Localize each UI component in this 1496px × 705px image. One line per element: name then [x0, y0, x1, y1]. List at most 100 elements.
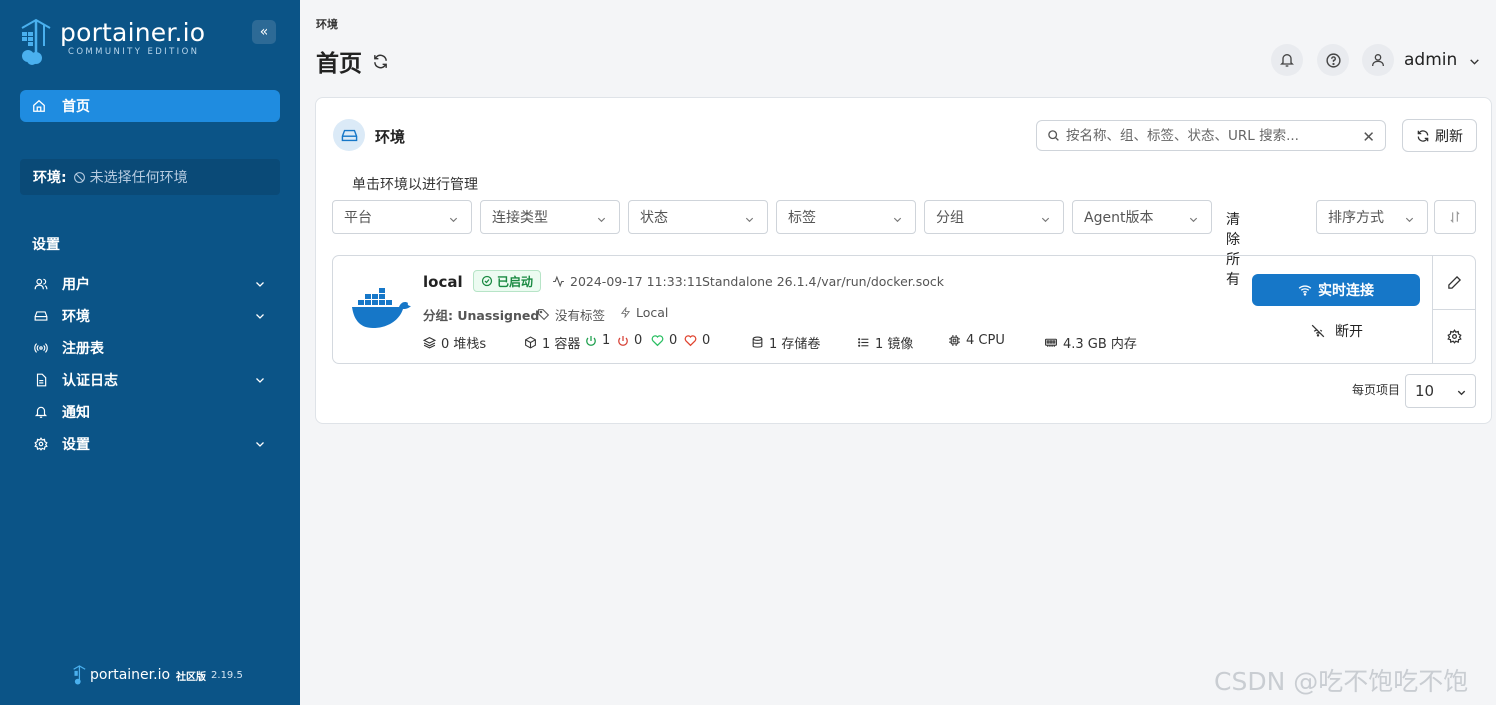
check-circle-icon — [481, 275, 493, 287]
filter-platform[interactable]: 平台 — [332, 200, 472, 234]
sidebar-item-users[interactable]: 用户 — [20, 268, 280, 300]
filter-label: Agent版本 — [1084, 210, 1154, 226]
help-circle-icon — [1325, 52, 1341, 68]
help-button[interactable] — [1317, 44, 1349, 76]
cpu-count: 4 CPU — [948, 333, 1005, 348]
environment-card[interactable]: local 已启动 2024-09-17 11:33:11 Standalone… — [332, 255, 1476, 364]
sort-label: 排序方式 — [1328, 210, 1384, 226]
user-avatar[interactable] — [1362, 44, 1394, 76]
box-icon — [525, 336, 536, 349]
status-badge: 已启动 — [473, 270, 542, 292]
sort-by-select[interactable]: 排序方式 — [1316, 200, 1428, 234]
cpu-icon — [949, 335, 960, 346]
chevron-down-icon[interactable] — [1468, 55, 1481, 68]
sidebar-item-label: 注册表 — [62, 341, 104, 357]
sidebar-item-registries[interactable]: 注册表 — [20, 332, 280, 364]
items-per-page-select[interactable]: 10 — [1405, 374, 1476, 408]
settings-section-label: 设置 — [32, 237, 60, 253]
database-icon — [752, 336, 763, 348]
sort-direction-button[interactable] — [1434, 200, 1476, 234]
pencil-icon — [1447, 275, 1461, 289]
stacks-count: 0 堆栈s — [423, 333, 486, 352]
environment-key: 环境: — [33, 170, 67, 186]
radio-icon — [32, 341, 50, 355]
environment-socket: /var/run/docker.sock — [817, 274, 944, 289]
heart-icon — [651, 335, 664, 347]
filter-agent-version[interactable]: Agent版本 — [1072, 200, 1212, 234]
notifications-button[interactable] — [1271, 44, 1303, 76]
filter-status[interactable]: 状态 — [628, 200, 768, 234]
clear-search-icon[interactable]: ✕ — [1362, 128, 1375, 146]
footer-version: 2.19.5 — [211, 669, 243, 681]
filter-tags[interactable]: 标签 — [776, 200, 916, 234]
chevron-down-icon — [1405, 217, 1414, 223]
filter-group[interactable]: 分组 — [924, 200, 1064, 234]
search-input[interactable] — [1066, 127, 1356, 144]
running-text: 1 — [602, 333, 611, 348]
live-connect-button[interactable]: 实时连接 — [1252, 274, 1420, 306]
user-name[interactable]: admin — [1404, 50, 1457, 70]
environment-tags: 没有标签 — [537, 305, 605, 324]
images-count: 1 镜像 — [857, 333, 913, 352]
sidebar-item-notifications[interactable]: 通知 — [20, 396, 280, 428]
memory-text: 4.3 GB 内存 — [1063, 337, 1137, 352]
filter-connection-type[interactable]: 连接类型 — [480, 200, 620, 234]
unhealthy-text: 0 — [702, 333, 711, 348]
memory-icon — [1045, 338, 1057, 347]
power-off-icon — [618, 335, 628, 346]
home-icon — [32, 99, 50, 113]
bell-icon — [1280, 54, 1294, 67]
sidebar-item-settings[interactable]: 设置 — [20, 428, 280, 460]
live-connect-label: 实时连接 — [1318, 283, 1374, 299]
chevron-down-icon — [256, 282, 264, 287]
portainer-logo-icon — [21, 18, 51, 65]
stopped-count: 0 — [617, 333, 642, 348]
cpu-text: 4 CPU — [966, 333, 1005, 348]
unhealthy-count: 0 — [684, 333, 710, 348]
sidebar-item-environments[interactable]: 环境 — [20, 300, 280, 332]
items-per-page-label: 每页项目 — [1352, 383, 1401, 397]
docker-whale-icon — [352, 288, 411, 328]
sidebar-item-auth-logs[interactable]: 认证日志 — [20, 364, 280, 396]
location-text: Local — [636, 305, 669, 320]
disconnect-button[interactable]: 断开 — [1311, 321, 1363, 341]
brand-logo[interactable]: portainer.io COMMUNITY EDITION — [18, 18, 205, 66]
collapse-sidebar-button[interactable]: « — [252, 20, 276, 44]
refresh-icon[interactable] — [372, 53, 389, 70]
edit-environment-button[interactable] — [1433, 256, 1475, 309]
sidebar-item-label: 设置 — [62, 437, 90, 453]
brand-edition: COMMUNITY EDITION — [68, 47, 200, 57]
filter-label: 标签 — [788, 210, 816, 226]
bolt-icon — [620, 307, 631, 318]
refresh-button[interactable]: 刷新 — [1402, 119, 1477, 152]
brand-name: portainer.io — [60, 18, 206, 47]
hdd-icon — [333, 119, 365, 151]
user-icon — [1372, 54, 1384, 67]
environment-type: Standalone 26.1.4 — [702, 274, 817, 289]
search-field[interactable]: ✕ — [1036, 120, 1386, 151]
gear-icon — [1446, 328, 1462, 344]
disconnect-label: 断开 — [1335, 324, 1363, 340]
timestamp-text: 2024-09-17 11:33:11 — [570, 274, 703, 289]
containers-count: 1 容器 — [524, 333, 580, 352]
healthy-count: 0 — [651, 333, 677, 348]
current-environment: 环境: 未选择任何环境 — [20, 159, 280, 195]
settings-menu: 用户 环境 注册表 认证日志 通知 设置 — [20, 268, 280, 460]
list-icon — [858, 338, 869, 347]
sort-arrows-icon — [1450, 210, 1460, 224]
breadcrumb[interactable]: 环境 — [316, 16, 338, 32]
chevron-down-icon — [256, 314, 264, 319]
images-text: 1 镜像 — [875, 337, 914, 352]
environment-settings-button[interactable] — [1433, 309, 1475, 362]
environments-panel: 环境 ✕ 刷新 单击环境以进行管理 平台 连接类型 状态 标签 分组 — [315, 97, 1492, 424]
environment-group: 分组: Unassigned — [423, 308, 540, 323]
environment-name[interactable]: local — [423, 273, 463, 291]
status-text: 已启动 — [497, 274, 534, 289]
power-icon — [586, 335, 596, 346]
environment-timestamp: 2024-09-17 11:33:11 — [552, 274, 703, 289]
sidebar-item-home[interactable]: 首页 — [20, 90, 280, 122]
sidebar-item-label: 通知 — [62, 405, 90, 421]
activity-icon — [553, 275, 564, 288]
filter-label: 连接类型 — [492, 210, 548, 226]
wifi-off-icon — [1311, 324, 1325, 338]
